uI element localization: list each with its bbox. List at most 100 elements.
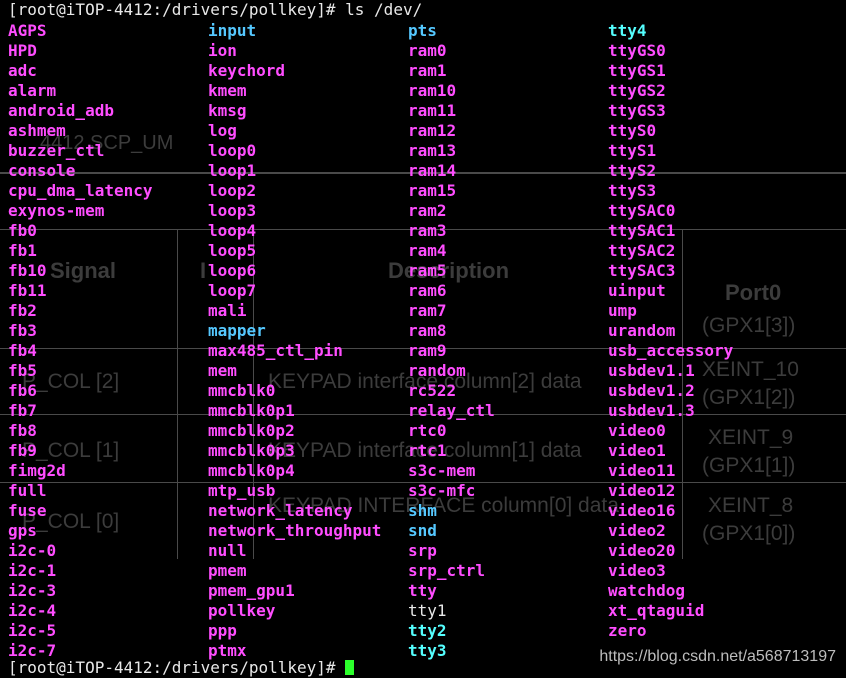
dev-entry: ttyS0 bbox=[608, 121, 657, 140]
dev-entry: mem bbox=[208, 361, 237, 380]
dev-entry: usbdev1.3 bbox=[608, 401, 695, 420]
bg-doc-row3-port2: (GPX1[0]) bbox=[702, 522, 796, 545]
dev-entry: fimg2d bbox=[8, 461, 66, 480]
dev-entry: ram7 bbox=[408, 301, 447, 320]
bg-doc-row2-port2: (GPX1[1]) bbox=[702, 454, 796, 477]
dev-entry: mmcblk0p2 bbox=[208, 421, 295, 440]
dev-entry: mmcblk0p1 bbox=[208, 401, 295, 420]
dev-entry: mali bbox=[208, 301, 247, 320]
bg-doc-vline-1 bbox=[177, 229, 178, 559]
dev-entry: network_latency bbox=[208, 501, 353, 520]
dev-entry: android_adb bbox=[8, 101, 114, 120]
dev-entry: i2c-1 bbox=[8, 561, 57, 580]
dev-entry: srp_ctrl bbox=[408, 561, 486, 580]
dev-entry: ppp bbox=[208, 621, 237, 640]
dev-entry: s3c-mfc bbox=[408, 481, 476, 500]
dev-entry: log bbox=[208, 121, 237, 140]
dev-entry: fb4 bbox=[8, 341, 37, 360]
dev-entry: video16 bbox=[608, 501, 676, 520]
dev-entry: pmem_gpu1 bbox=[208, 581, 295, 600]
dev-entry: ttySAC1 bbox=[608, 221, 676, 240]
dev-entry: video11 bbox=[608, 461, 676, 480]
dev-entry: video20 bbox=[608, 541, 676, 560]
dev-entry: loop1 bbox=[208, 161, 257, 180]
dev-entry: mtp_usb bbox=[208, 481, 276, 500]
dev-entry: tty2 bbox=[408, 621, 447, 640]
dev-entry: fb9 bbox=[8, 441, 37, 460]
dev-entry: video1 bbox=[608, 441, 666, 460]
dev-entry: ram8 bbox=[408, 321, 447, 340]
dev-entry: null bbox=[208, 541, 247, 560]
dev-entry: max485_ctl_pin bbox=[208, 341, 343, 360]
dev-entry: uinput bbox=[608, 281, 666, 300]
dev-entry: i2c-5 bbox=[8, 621, 57, 640]
dev-entry: ttyS3 bbox=[608, 181, 657, 200]
dev-entry: mmcblk0p4 bbox=[208, 461, 295, 480]
bg-doc-col-i: I bbox=[200, 258, 207, 283]
dev-entry: ram15 bbox=[408, 181, 457, 200]
dev-entry: fb8 bbox=[8, 421, 37, 440]
dev-entry: pts bbox=[408, 21, 437, 40]
dev-entry: tty3 bbox=[408, 641, 447, 660]
dev-entry: rtc1 bbox=[408, 441, 447, 460]
dev-entry: fb7 bbox=[8, 401, 37, 420]
terminal-window[interactable]: 4412 SCP_UM Signal I Description Port0 (… bbox=[0, 0, 846, 677]
dev-entry: shm bbox=[408, 501, 437, 520]
watermark-text: https://blog.csdn.net/a568713197 bbox=[599, 648, 836, 665]
bg-doc-col-port: Port0 bbox=[725, 280, 782, 305]
dev-entry: ttySAC0 bbox=[608, 201, 676, 220]
dev-entry: fuse bbox=[8, 501, 47, 520]
dev-entry: ttyGS1 bbox=[608, 61, 666, 80]
dev-entry: s3c-mem bbox=[408, 461, 476, 480]
dev-entry: ashmem bbox=[8, 121, 66, 140]
dev-entry: tty1 bbox=[408, 601, 447, 620]
dev-entry: relay_ctl bbox=[408, 401, 495, 420]
dev-entry: loop5 bbox=[208, 241, 257, 260]
dev-entry: video0 bbox=[608, 421, 666, 440]
dev-entry: gps bbox=[8, 521, 37, 540]
dev-entry: random bbox=[408, 361, 466, 380]
dev-entry: kmem bbox=[208, 81, 247, 100]
dev-entry: zero bbox=[608, 621, 647, 640]
dev-entry: rtc0 bbox=[408, 421, 447, 440]
bg-doc-row2-port1: XEINT_9 bbox=[708, 426, 794, 449]
dev-entry: ump bbox=[608, 301, 637, 320]
dev-entry: ram3 bbox=[408, 221, 447, 240]
bg-doc-col-signal: Signal bbox=[50, 258, 117, 283]
dev-entry: ram5 bbox=[408, 261, 447, 280]
cursor-block bbox=[345, 660, 355, 675]
dev-entry: ram14 bbox=[408, 161, 457, 180]
dev-entry: i2c-0 bbox=[8, 541, 57, 560]
dev-entry: network_throughput bbox=[208, 521, 382, 540]
dev-entry: fb3 bbox=[8, 321, 37, 340]
dev-entry: loop2 bbox=[208, 181, 257, 200]
dev-entry: input bbox=[208, 21, 257, 40]
dev-entry: console bbox=[8, 161, 76, 180]
dev-entry: snd bbox=[408, 521, 437, 540]
dev-entry: ram13 bbox=[408, 141, 457, 160]
dev-entry: ram12 bbox=[408, 121, 457, 140]
dev-entry: i2c-3 bbox=[8, 581, 57, 600]
dev-entry: ram0 bbox=[408, 41, 447, 60]
dev-entry: ttyS1 bbox=[608, 141, 657, 160]
dev-entry: loop0 bbox=[208, 141, 257, 160]
dev-entry: srp bbox=[408, 541, 437, 560]
bg-doc-row3-port1: XEINT_8 bbox=[708, 494, 794, 517]
dev-entry: ttySAC3 bbox=[608, 261, 676, 280]
command-prompt-top: [root@iTOP-4412:/drivers/pollkey]# ls /d… bbox=[8, 0, 423, 19]
dev-entry: usbdev1.2 bbox=[608, 381, 695, 400]
dev-entry: mapper bbox=[208, 321, 266, 340]
dev-entry: adc bbox=[8, 61, 37, 80]
dev-entry: exynos-mem bbox=[8, 201, 105, 220]
dev-entry: mmcblk0 bbox=[208, 381, 276, 400]
dev-entry: video3 bbox=[608, 561, 666, 580]
dev-entry: loop4 bbox=[208, 221, 257, 240]
dev-entry: loop7 bbox=[208, 281, 257, 300]
dev-entry: kmsg bbox=[208, 101, 247, 120]
dev-entry: ion bbox=[208, 41, 237, 60]
dev-entry: keychord bbox=[208, 61, 286, 80]
command-prompt-bottom[interactable]: [root@iTOP-4412:/drivers/pollkey]# bbox=[8, 658, 355, 678]
dev-entry: buzzer_ctl bbox=[8, 141, 105, 160]
dev-entry: tty4 bbox=[608, 21, 647, 40]
dev-entry: video12 bbox=[608, 481, 676, 500]
